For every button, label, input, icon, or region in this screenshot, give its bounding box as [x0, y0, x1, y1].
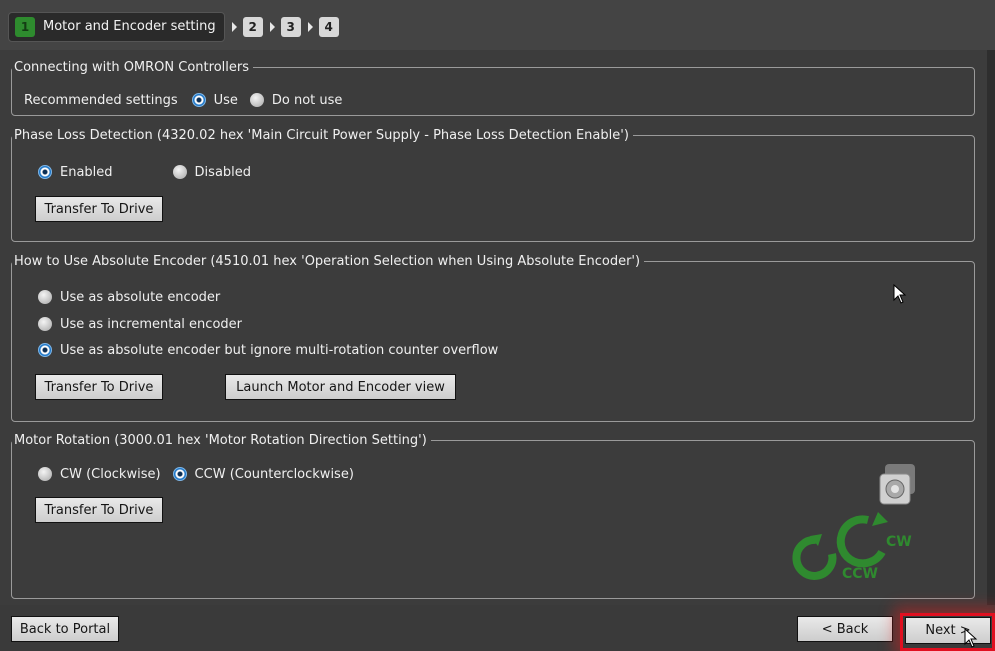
back-button[interactable]: < Back: [797, 616, 893, 642]
mouse-pointer-icon: [893, 284, 907, 304]
rotation-transfer-button[interactable]: Transfer To Drive: [35, 497, 163, 523]
motor-rotation-options: CW (Clockwise) CCW (Counterclockwise): [38, 465, 354, 483]
radio-unchecked-icon: [38, 467, 52, 481]
radio-checked-icon: [172, 467, 187, 481]
radio-cw-label: CW (Clockwise): [60, 466, 161, 482]
phase-loss-group-title: Phase Loss Detection (4320.02 hex 'Main …: [14, 128, 629, 143]
radio-use[interactable]: Use: [191, 92, 238, 108]
omron-group-title: Connecting with OMRON Controllers: [14, 60, 249, 75]
motor-rotation-group-title: Motor Rotation (3000.01 hex 'Motor Rotat…: [14, 433, 427, 448]
vertical-scrollbar[interactable]: [987, 50, 995, 605]
radio-enabled[interactable]: Enabled: [38, 165, 113, 180]
step-1-tab[interactable]: 1 Motor and Encoder setting: [8, 11, 225, 42]
radio-disabled-label: Disabled: [194, 164, 252, 180]
step-2-tab[interactable]: 2: [242, 16, 263, 37]
step-1-label: Motor and Encoder setting: [43, 19, 216, 34]
radio-incremental-encoder[interactable]: Use as incremental encoder: [38, 315, 242, 333]
phase-loss-options: Enabled Disabled: [38, 163, 251, 181]
radio-absolute-ignore-overflow[interactable]: Use as absolute encoder but ignore multi…: [38, 341, 498, 359]
chevron-right-icon: [231, 21, 237, 32]
chevron-right-icon: [307, 21, 313, 32]
radio-checked-icon: [191, 93, 206, 107]
back-to-portal-button[interactable]: Back to Portal: [11, 616, 119, 642]
motor-rotation-graphic: CW CCW: [790, 462, 930, 582]
radio-unchecked-icon: [38, 317, 52, 331]
radio-ccw-label: CCW (Counterclockwise): [194, 466, 354, 482]
radio-do-not-use-label: Do not use: [271, 92, 343, 108]
radio-incremental-encoder-label: Use as incremental encoder: [60, 316, 242, 332]
phase-loss-group: Phase Loss Detection (4320.02 hex 'Main …: [11, 128, 975, 242]
step-3-tab[interactable]: 3: [280, 16, 301, 37]
wizard-steps: 1 Motor and Encoder setting 2 3 4: [8, 9, 339, 44]
radio-use-label: Use: [213, 92, 238, 108]
radio-unchecked-icon: [172, 165, 187, 179]
mouse-pointer-icon: [964, 628, 978, 648]
step-4-tab[interactable]: 4: [318, 16, 339, 37]
step-1-number: 1: [15, 16, 35, 37]
absolute-encoder-group-title: How to Use Absolute Encoder (4510.01 hex…: [14, 254, 641, 269]
phase-loss-transfer-button[interactable]: Transfer To Drive: [35, 196, 163, 222]
radio-enabled-label: Enabled: [60, 164, 113, 180]
wizard-header: 1 Motor and Encoder setting 2 3 4: [0, 0, 995, 50]
radio-unchecked-icon: [249, 93, 264, 107]
radio-checked-icon: [38, 343, 52, 357]
radio-unchecked-icon: [38, 290, 52, 304]
omron-settings-row: Recommended settings Use Do not use: [24, 91, 342, 109]
recommended-settings-label: Recommended settings: [24, 92, 178, 108]
radio-absolute-ignore-overflow-label: Use as absolute encoder but ignore multi…: [60, 342, 499, 358]
radio-cw[interactable]: CW (Clockwise): [38, 467, 161, 482]
radio-disabled[interactable]: Disabled: [172, 164, 252, 180]
encoder-transfer-button[interactable]: Transfer To Drive: [35, 374, 163, 400]
next-button[interactable]: Next >: [905, 617, 991, 644]
cw-graphic-label: CW: [886, 534, 912, 550]
motor-icon: CW CCW: [792, 464, 915, 582]
ccw-graphic-label: CCW: [842, 566, 878, 582]
chevron-right-icon: [269, 21, 275, 32]
radio-checked-icon: [38, 165, 52, 179]
radio-ccw[interactable]: CCW (Counterclockwise): [172, 466, 354, 482]
radio-absolute-encoder-label: Use as absolute encoder: [60, 289, 221, 305]
radio-absolute-encoder[interactable]: Use as absolute encoder: [38, 288, 220, 306]
radio-do-not-use[interactable]: Do not use: [249, 92, 343, 108]
launch-motor-encoder-view-button[interactable]: Launch Motor and Encoder view: [225, 374, 456, 400]
